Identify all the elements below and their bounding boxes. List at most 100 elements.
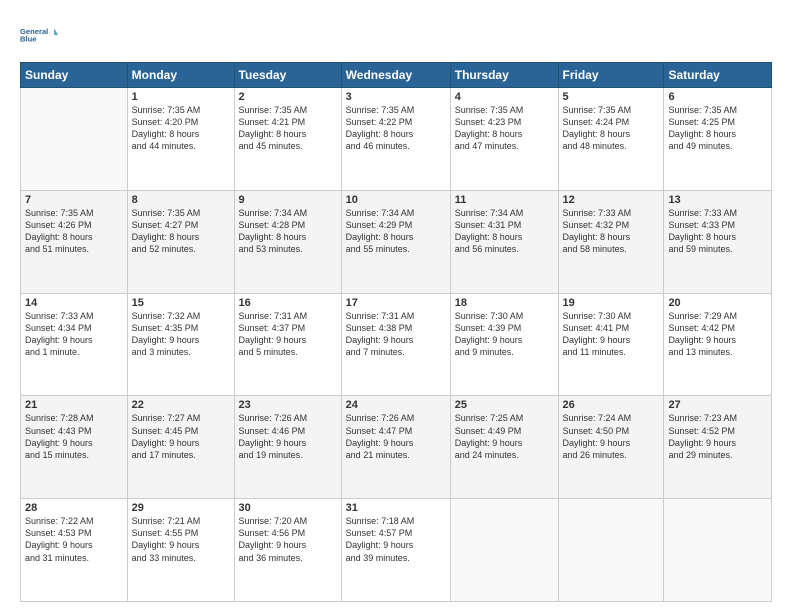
calendar-cell: 8Sunrise: 7:35 AM Sunset: 4:27 PM Daylig… bbox=[127, 190, 234, 293]
calendar-cell: 23Sunrise: 7:26 AM Sunset: 4:46 PM Dayli… bbox=[234, 396, 341, 499]
calendar-header-wednesday: Wednesday bbox=[341, 63, 450, 88]
day-info: Sunrise: 7:26 AM Sunset: 4:46 PM Dayligh… bbox=[239, 412, 337, 461]
day-number: 29 bbox=[132, 502, 230, 514]
day-info: Sunrise: 7:35 AM Sunset: 4:24 PM Dayligh… bbox=[563, 104, 660, 153]
calendar-cell: 25Sunrise: 7:25 AM Sunset: 4:49 PM Dayli… bbox=[450, 396, 558, 499]
day-number: 22 bbox=[132, 399, 230, 411]
calendar-cell: 2Sunrise: 7:35 AM Sunset: 4:21 PM Daylig… bbox=[234, 88, 341, 191]
day-number: 3 bbox=[346, 91, 446, 103]
calendar-cell bbox=[21, 88, 128, 191]
day-number: 9 bbox=[239, 194, 337, 206]
day-info: Sunrise: 7:29 AM Sunset: 4:42 PM Dayligh… bbox=[668, 310, 767, 359]
day-info: Sunrise: 7:30 AM Sunset: 4:41 PM Dayligh… bbox=[563, 310, 660, 359]
day-info: Sunrise: 7:18 AM Sunset: 4:57 PM Dayligh… bbox=[346, 515, 446, 564]
day-number: 30 bbox=[239, 502, 337, 514]
calendar-header-friday: Friday bbox=[558, 63, 664, 88]
calendar-week-row: 14Sunrise: 7:33 AM Sunset: 4:34 PM Dayli… bbox=[21, 293, 772, 396]
day-info: Sunrise: 7:26 AM Sunset: 4:47 PM Dayligh… bbox=[346, 412, 446, 461]
day-number: 16 bbox=[239, 297, 337, 309]
day-number: 14 bbox=[25, 297, 123, 309]
calendar-cell: 30Sunrise: 7:20 AM Sunset: 4:56 PM Dayli… bbox=[234, 499, 341, 602]
day-info: Sunrise: 7:35 AM Sunset: 4:25 PM Dayligh… bbox=[668, 104, 767, 153]
calendar-week-row: 7Sunrise: 7:35 AM Sunset: 4:26 PM Daylig… bbox=[21, 190, 772, 293]
page: General Blue SundayMondayTuesdayWednesda… bbox=[0, 0, 792, 612]
day-number: 7 bbox=[25, 194, 123, 206]
calendar-cell: 19Sunrise: 7:30 AM Sunset: 4:41 PM Dayli… bbox=[558, 293, 664, 396]
calendar-table: SundayMondayTuesdayWednesdayThursdayFrid… bbox=[20, 62, 772, 602]
calendar-cell: 13Sunrise: 7:33 AM Sunset: 4:33 PM Dayli… bbox=[664, 190, 772, 293]
calendar-cell: 21Sunrise: 7:28 AM Sunset: 4:43 PM Dayli… bbox=[21, 396, 128, 499]
calendar-cell: 18Sunrise: 7:30 AM Sunset: 4:39 PM Dayli… bbox=[450, 293, 558, 396]
calendar-cell bbox=[558, 499, 664, 602]
calendar-cell: 14Sunrise: 7:33 AM Sunset: 4:34 PM Dayli… bbox=[21, 293, 128, 396]
calendar-cell: 20Sunrise: 7:29 AM Sunset: 4:42 PM Dayli… bbox=[664, 293, 772, 396]
day-number: 31 bbox=[346, 502, 446, 514]
day-info: Sunrise: 7:33 AM Sunset: 4:32 PM Dayligh… bbox=[563, 207, 660, 256]
calendar-week-row: 28Sunrise: 7:22 AM Sunset: 4:53 PM Dayli… bbox=[21, 499, 772, 602]
day-number: 18 bbox=[455, 297, 554, 309]
calendar-cell: 27Sunrise: 7:23 AM Sunset: 4:52 PM Dayli… bbox=[664, 396, 772, 499]
calendar-cell: 28Sunrise: 7:22 AM Sunset: 4:53 PM Dayli… bbox=[21, 499, 128, 602]
calendar-header-tuesday: Tuesday bbox=[234, 63, 341, 88]
day-info: Sunrise: 7:21 AM Sunset: 4:55 PM Dayligh… bbox=[132, 515, 230, 564]
calendar-week-row: 1Sunrise: 7:35 AM Sunset: 4:20 PM Daylig… bbox=[21, 88, 772, 191]
calendar-header-sunday: Sunday bbox=[21, 63, 128, 88]
calendar-cell bbox=[450, 499, 558, 602]
day-number: 6 bbox=[668, 91, 767, 103]
day-info: Sunrise: 7:34 AM Sunset: 4:28 PM Dayligh… bbox=[239, 207, 337, 256]
calendar-cell: 3Sunrise: 7:35 AM Sunset: 4:22 PM Daylig… bbox=[341, 88, 450, 191]
calendar-cell: 17Sunrise: 7:31 AM Sunset: 4:38 PM Dayli… bbox=[341, 293, 450, 396]
day-number: 17 bbox=[346, 297, 446, 309]
day-number: 19 bbox=[563, 297, 660, 309]
calendar-cell: 4Sunrise: 7:35 AM Sunset: 4:23 PM Daylig… bbox=[450, 88, 558, 191]
day-number: 8 bbox=[132, 194, 230, 206]
day-number: 11 bbox=[455, 194, 554, 206]
calendar-cell: 16Sunrise: 7:31 AM Sunset: 4:37 PM Dayli… bbox=[234, 293, 341, 396]
calendar-cell bbox=[664, 499, 772, 602]
day-info: Sunrise: 7:20 AM Sunset: 4:56 PM Dayligh… bbox=[239, 515, 337, 564]
day-number: 23 bbox=[239, 399, 337, 411]
day-info: Sunrise: 7:28 AM Sunset: 4:43 PM Dayligh… bbox=[25, 412, 123, 461]
day-info: Sunrise: 7:24 AM Sunset: 4:50 PM Dayligh… bbox=[563, 412, 660, 461]
day-info: Sunrise: 7:35 AM Sunset: 4:23 PM Dayligh… bbox=[455, 104, 554, 153]
calendar-cell: 24Sunrise: 7:26 AM Sunset: 4:47 PM Dayli… bbox=[341, 396, 450, 499]
calendar-header-row: SundayMondayTuesdayWednesdayThursdayFrid… bbox=[21, 63, 772, 88]
calendar-header-monday: Monday bbox=[127, 63, 234, 88]
day-number: 25 bbox=[455, 399, 554, 411]
calendar-header-thursday: Thursday bbox=[450, 63, 558, 88]
calendar-cell: 26Sunrise: 7:24 AM Sunset: 4:50 PM Dayli… bbox=[558, 396, 664, 499]
svg-text:Blue: Blue bbox=[20, 35, 36, 44]
logo: General Blue bbox=[20, 16, 58, 54]
logo-svg: General Blue bbox=[20, 16, 58, 54]
calendar-cell: 6Sunrise: 7:35 AM Sunset: 4:25 PM Daylig… bbox=[664, 88, 772, 191]
day-number: 10 bbox=[346, 194, 446, 206]
day-info: Sunrise: 7:35 AM Sunset: 4:20 PM Dayligh… bbox=[132, 104, 230, 153]
day-info: Sunrise: 7:23 AM Sunset: 4:52 PM Dayligh… bbox=[668, 412, 767, 461]
day-info: Sunrise: 7:35 AM Sunset: 4:21 PM Dayligh… bbox=[239, 104, 337, 153]
calendar-cell: 22Sunrise: 7:27 AM Sunset: 4:45 PM Dayli… bbox=[127, 396, 234, 499]
day-info: Sunrise: 7:30 AM Sunset: 4:39 PM Dayligh… bbox=[455, 310, 554, 359]
day-info: Sunrise: 7:27 AM Sunset: 4:45 PM Dayligh… bbox=[132, 412, 230, 461]
day-info: Sunrise: 7:35 AM Sunset: 4:27 PM Dayligh… bbox=[132, 207, 230, 256]
calendar-cell: 1Sunrise: 7:35 AM Sunset: 4:20 PM Daylig… bbox=[127, 88, 234, 191]
day-info: Sunrise: 7:34 AM Sunset: 4:31 PM Dayligh… bbox=[455, 207, 554, 256]
day-number: 1 bbox=[132, 91, 230, 103]
day-info: Sunrise: 7:34 AM Sunset: 4:29 PM Dayligh… bbox=[346, 207, 446, 256]
calendar-cell: 15Sunrise: 7:32 AM Sunset: 4:35 PM Dayli… bbox=[127, 293, 234, 396]
day-number: 26 bbox=[563, 399, 660, 411]
calendar-cell: 29Sunrise: 7:21 AM Sunset: 4:55 PM Dayli… bbox=[127, 499, 234, 602]
day-number: 12 bbox=[563, 194, 660, 206]
day-number: 28 bbox=[25, 502, 123, 514]
day-number: 15 bbox=[132, 297, 230, 309]
calendar-cell: 31Sunrise: 7:18 AM Sunset: 4:57 PM Dayli… bbox=[341, 499, 450, 602]
day-number: 4 bbox=[455, 91, 554, 103]
calendar-cell: 12Sunrise: 7:33 AM Sunset: 4:32 PM Dayli… bbox=[558, 190, 664, 293]
day-number: 5 bbox=[563, 91, 660, 103]
day-number: 21 bbox=[25, 399, 123, 411]
day-number: 13 bbox=[668, 194, 767, 206]
calendar-cell: 5Sunrise: 7:35 AM Sunset: 4:24 PM Daylig… bbox=[558, 88, 664, 191]
day-number: 27 bbox=[668, 399, 767, 411]
day-info: Sunrise: 7:33 AM Sunset: 4:33 PM Dayligh… bbox=[668, 207, 767, 256]
calendar-cell: 9Sunrise: 7:34 AM Sunset: 4:28 PM Daylig… bbox=[234, 190, 341, 293]
day-info: Sunrise: 7:31 AM Sunset: 4:38 PM Dayligh… bbox=[346, 310, 446, 359]
